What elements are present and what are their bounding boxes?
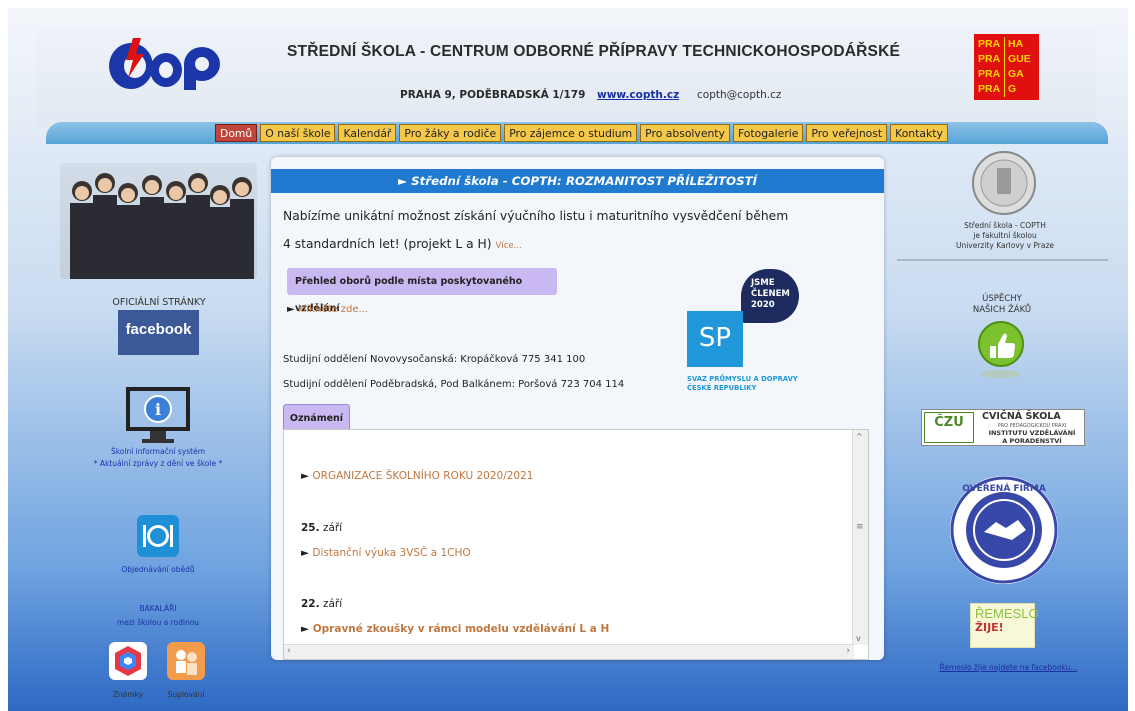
page: STŘEDNÍ ŠKOLA - CENTRUM ODBORNÉ PŘÍPRAVY… (8, 8, 1128, 711)
member-badge: JSME ČLENEM 2020 (741, 269, 799, 323)
news-date: 25. září (301, 522, 343, 534)
sis-label[interactable]: Školní informační systém (68, 446, 248, 457)
website-link[interactable]: www.copth.cz (597, 89, 679, 101)
substitution-label[interactable]: Suplování (151, 689, 221, 700)
practice-school-logo[interactable]: ČZU CVIČNÁ ŠKOLA PRO PEDAGOGICKOU PRAXI … (921, 409, 1085, 446)
intro-line-2: 4 standardních let! (projekt L a H) (283, 237, 492, 251)
success-title-1: ÚSPĚCHY (982, 294, 1022, 304)
click-here-link[interactable]: ► klikněte zde... (287, 304, 368, 315)
bakalari-title: BAKALÁŘI (139, 604, 177, 613)
prague-logo[interactable]: PRA HA PRA GUE PRA GA PRA G (974, 34, 1039, 100)
charles-university-seal[interactable] (971, 150, 1037, 216)
sis-subtitle[interactable]: * Aktuální zprávy z dění ve škole * (68, 458, 248, 469)
news-item[interactable]: ► Distanční výuka 3VSČ a 1CHO (301, 547, 471, 559)
study-office-2: Studijní oddělení Poděbradská, Pod Balká… (283, 379, 625, 390)
copth-logo[interactable] (106, 38, 224, 92)
svg-text:OVĚŘENÁ FIRMA: OVĚŘENÁ FIRMA (962, 482, 1046, 494)
menu-graduates[interactable]: Pro absolventy (640, 124, 730, 142)
sp-logo-square: SP (687, 311, 743, 367)
email-text: copth@copth.cz (697, 89, 782, 101)
students-photo (60, 163, 257, 279)
study-office-1: Studijní oddělení Novovysočanská: Kropáč… (283, 354, 586, 365)
menu-gallery[interactable]: Fotogalerie (732, 124, 804, 142)
news-item[interactable]: ► Opravné zkoušky v rámci modelu vzděláv… (301, 623, 609, 635)
horizontal-scrollbar[interactable]: ‹ › (284, 644, 854, 659)
thumbs-up-icon[interactable] (976, 320, 1026, 380)
news-date: 22. září (301, 598, 343, 610)
facebook-link[interactable]: facebook (118, 310, 199, 355)
fields-overview-button[interactable]: Přehled oborů podle místa poskytovaného … (287, 268, 557, 314)
sp-caption: SVAZ PRŮMYSLU A DOPRAVY ČESKÉ REPUBLIKY (687, 375, 798, 392)
menu-applicants[interactable]: Pro zájemce o studium (504, 124, 638, 142)
more-link[interactable]: Více... (496, 241, 522, 251)
main-panel: ► Střední škola - COPTH: ROZMANITOST PŘÍ… (271, 157, 884, 660)
lunch-icon[interactable] (137, 515, 179, 557)
menu-students-parents[interactable]: Pro žáky a rodiče (399, 124, 502, 142)
univ-line-3: Univerzity Karlovy v Praze (955, 241, 1055, 250)
svg-text:i: i (155, 400, 161, 419)
menu-calendar[interactable]: Kalendář (338, 124, 397, 142)
info-monitor-icon[interactable]: i (124, 385, 192, 445)
school-address: PRAHA 9, PODĚBRADSKÁ 1/179 (400, 89, 586, 101)
success-title-2: NAŠICH ŽÁKŮ (972, 305, 1032, 315)
menu-public[interactable]: Pro veřejnost (806, 124, 888, 142)
craft-lives-logo[interactable]: ŘEMESLO ŽIJE! (970, 603, 1039, 648)
school-title: STŘEDNÍ ŠKOLA - CENTRUM ODBORNÉ PŘÍPRAVY… (287, 43, 901, 60)
craft-facebook-link[interactable]: Řemeslo žije najdete na facebooku... (931, 662, 1086, 673)
menu-contacts[interactable]: Kontakty (890, 124, 948, 142)
substitution-icon[interactable] (167, 642, 205, 680)
main-menu: Domů O naší škole Kalendář Pro žáky a ro… (215, 124, 948, 142)
vertical-scrollbar[interactable]: ^ ≡ v (852, 430, 868, 645)
intro-text: Nabízíme unikátní možnost získání výuční… (283, 202, 803, 260)
bakalari-subtitle: mezi školou a rodinou (116, 618, 200, 627)
verified-company-seal[interactable]: OVĚŘENÁ FIRMA (948, 474, 1060, 586)
grades-label[interactable]: Známky (103, 689, 153, 700)
announcements-box: ► ORGANIZACE ŠKOLNÍHO ROKU 2020/2021 25.… (283, 429, 869, 660)
menu-home[interactable]: Domů (215, 124, 258, 142)
main-headline: ► Střední škola - COPTH: ROZMANITOST PŘÍ… (271, 169, 884, 193)
news-item[interactable]: ► ORGANIZACE ŠKOLNÍHO ROKU 2020/2021 (301, 470, 533, 482)
sp-member-logo[interactable]: JSME ČLENEM 2020 SP SVAZ PRŮMYSLU A DOPRAV… (687, 269, 807, 399)
official-pages-label: OFICIÁLNÍ STRÁNKY (112, 297, 206, 308)
lunch-label[interactable]: Objednávání obědů (108, 564, 208, 575)
right-divider (897, 259, 1108, 261)
intro-line-1: Nabízíme unikátní možnost získání výuční… (283, 209, 789, 223)
grades-icon[interactable] (109, 642, 147, 680)
menu-about[interactable]: O naší škole (260, 124, 336, 142)
